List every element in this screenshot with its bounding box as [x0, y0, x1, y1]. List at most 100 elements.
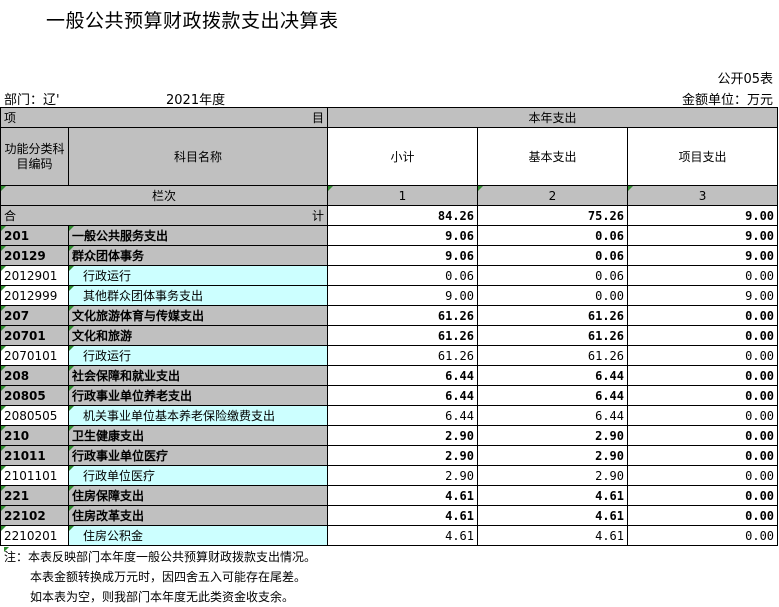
- row-project: 0.00: [626, 485, 779, 506]
- table-row: 2080505 机关事业单位基本养老保险缴费支出 6.44 6.44 0.00: [0, 405, 779, 426]
- row-basic: 4.61: [477, 525, 628, 546]
- footnote-1: 注：本表反映部门本年度一般公共预算财政拨款支出情况。: [4, 550, 317, 564]
- row-code: 208: [0, 365, 69, 386]
- row-project: 0.00: [626, 405, 779, 426]
- row-project: 9.00: [626, 245, 779, 266]
- total-label-cell: 合 计: [0, 205, 328, 226]
- row-project: 9.00: [626, 225, 779, 246]
- row-basic: 6.44: [477, 405, 628, 426]
- row-project: 0.00: [626, 505, 779, 526]
- row-name: 行政运行: [68, 345, 328, 366]
- row-subtotal: 9.00: [327, 285, 478, 306]
- row-name: 卫生健康支出: [68, 425, 328, 446]
- row-name: 一般公共服务支出: [68, 225, 328, 246]
- form-code: 公开05表: [717, 72, 773, 87]
- row-code: 22102: [0, 505, 69, 526]
- row-subtotal: 61.26: [327, 345, 478, 366]
- row-subtotal: 9.06: [327, 245, 478, 266]
- row-name: 住房公积金: [68, 525, 328, 546]
- row-subtotal: 61.26: [327, 305, 478, 326]
- table-row: 208 社会保障和就业支出 6.44 6.44 0.00: [0, 365, 779, 386]
- current-year-header: 本年支出: [326, 107, 779, 128]
- row-code: 2070101: [0, 345, 69, 366]
- row-basic: 0.06: [477, 245, 628, 266]
- row-basic: 6.44: [477, 365, 628, 386]
- row-project: 0.00: [626, 365, 779, 386]
- row-subtotal: 6.44: [327, 365, 478, 386]
- total-row: 合 计 84.26 75.26 9.00: [0, 205, 779, 226]
- row-project: 0.00: [626, 445, 779, 466]
- row-code: 20129: [0, 245, 69, 266]
- row-basic: 61.26: [477, 345, 628, 366]
- row-code: 2210201: [0, 525, 69, 546]
- row-subtotal: 4.61: [327, 505, 478, 526]
- row-basic: 2.90: [477, 425, 628, 446]
- row-code: 2080505: [0, 405, 69, 426]
- row-subtotal: 2.90: [327, 465, 478, 486]
- row-subtotal: 0.06: [327, 265, 478, 286]
- year-label: 2021年度: [166, 93, 226, 108]
- row-project: 0.00: [626, 265, 779, 286]
- row-basic: 2.90: [477, 445, 628, 466]
- basic-header: 基本支出: [477, 127, 628, 186]
- row-name: 行政运行: [68, 265, 328, 286]
- footnote-2: 本表金额转换成万元时，因四舍五入可能存在尾差。: [4, 567, 316, 587]
- col-index-2: 2: [477, 185, 628, 206]
- row-subtotal: 4.61: [327, 525, 478, 546]
- row-project: 0.00: [626, 305, 779, 326]
- row-code: 2012901: [0, 265, 69, 286]
- row-project: 0.00: [626, 525, 779, 546]
- item-header-cell: 项 目: [0, 107, 328, 128]
- row-basic: 61.26: [477, 325, 628, 346]
- row-subtotal: 2.90: [327, 445, 478, 466]
- row-code: 207: [0, 305, 69, 326]
- table-row: 22102 住房改革支出 4.61 4.61 0.00: [0, 505, 779, 526]
- row-basic: 0.06: [477, 225, 628, 246]
- row-basic: 0.00: [477, 285, 628, 306]
- row-basic: 2.90: [477, 465, 628, 486]
- table-row: 207 文化旅游体育与传媒支出 61.26 61.26 0.00: [0, 305, 779, 326]
- col-index-1: 1: [327, 185, 478, 206]
- row-name: 住房改革支出: [68, 505, 328, 526]
- table-row: 2012901 行政运行 0.06 0.06 0.00: [0, 265, 779, 286]
- row-code: 201: [0, 225, 69, 246]
- row-name: 群众团体事务: [68, 245, 328, 266]
- item-header-left: 项: [4, 111, 17, 125]
- row-basic: 0.06: [477, 265, 628, 286]
- row-subtotal: 9.06: [327, 225, 478, 246]
- row-subtotal: 4.61: [327, 485, 478, 506]
- row-basic: 6.44: [477, 385, 628, 406]
- row-basic: 4.61: [477, 505, 628, 526]
- table-row: 2070101 行政运行 61.26 61.26 0.00: [0, 345, 779, 366]
- footnote-3: 如本表为空，则我部门本年度无此类资金收支余。: [30, 590, 295, 604]
- table-row: 210 卫生健康支出 2.90 2.90 0.00: [0, 425, 779, 446]
- header-row-columns: 功能分类科目编码 科目名称 小计 基本支出 项目支出: [0, 127, 779, 186]
- report-title: 一般公共预算财政拨款支出决算表: [46, 10, 339, 32]
- row-project: 0.00: [626, 465, 779, 486]
- subject-name-header: 科目名称: [68, 127, 328, 186]
- table-row: 20129 群众团体事务 9.06 0.06 9.00: [0, 245, 779, 266]
- department-label: 部门：辽': [4, 93, 60, 108]
- project-header: 项目支出: [626, 127, 779, 186]
- table-row: 201 一般公共服务支出 9.06 0.06 9.00: [0, 225, 779, 246]
- unit-label: 金额单位：万元: [681, 93, 773, 108]
- row-code: 20805: [0, 385, 69, 406]
- row-code: 2012999: [0, 285, 69, 306]
- item-header-right: 目: [311, 111, 324, 125]
- expenditure-table: 项 目 本年支出 功能分类科目编码 科目名称 小计 基本支出 项目支出 栏次 1…: [0, 107, 779, 546]
- table-row: 2210201 住房公积金 4.61 4.61 0.00: [0, 525, 779, 546]
- row-code: 210: [0, 425, 69, 446]
- row-basic: 61.26: [477, 305, 628, 326]
- row-name: 文化旅游体育与传媒支出: [68, 305, 328, 326]
- table-row: 2101101 行政单位医疗 2.90 2.90 0.00: [0, 465, 779, 486]
- row-name: 其他群众团体事务支出: [68, 285, 328, 306]
- total-subtotal: 84.26: [327, 205, 478, 226]
- row-order-row: 栏次 1 2 3: [0, 185, 779, 206]
- row-name: 社会保障和就业支出: [68, 365, 328, 386]
- table-row: 20805 行政事业单位养老支出 6.44 6.44 0.00: [0, 385, 779, 406]
- row-code: 20701: [0, 325, 69, 346]
- row-name: 文化和旅游: [68, 325, 328, 346]
- func-code-header: 功能分类科目编码: [0, 127, 69, 186]
- row-basic: 4.61: [477, 485, 628, 506]
- row-code: 221: [0, 485, 69, 506]
